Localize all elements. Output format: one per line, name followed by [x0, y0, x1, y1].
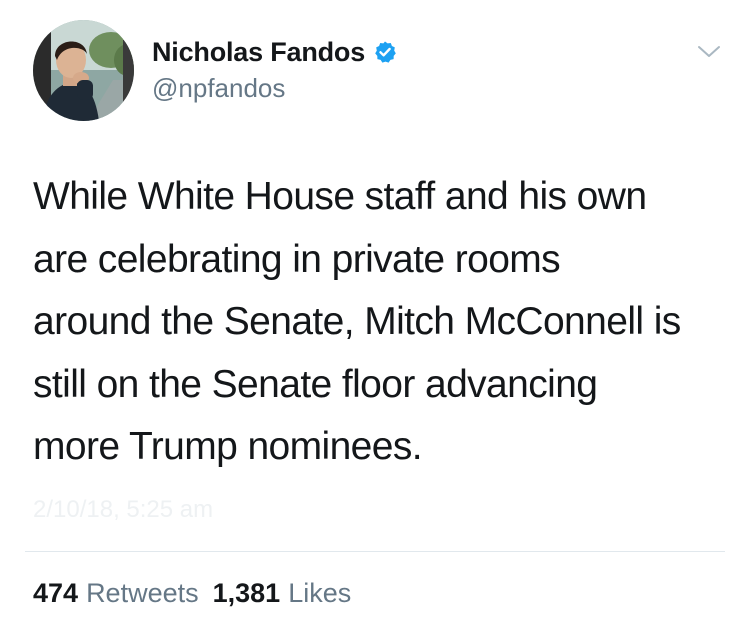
likes-stat[interactable]: 1,381 Likes	[213, 578, 352, 609]
divider	[25, 551, 725, 552]
retweets-label: Retweets	[86, 578, 199, 608]
verified-badge-icon	[373, 40, 397, 64]
retweets-stat[interactable]: 474 Retweets	[33, 578, 199, 609]
profile-photo	[33, 20, 134, 121]
tweet-timestamp[interactable]: 2/10/18, 5:25 am	[33, 496, 213, 524]
author-handle[interactable]: @npfandos	[152, 73, 285, 104]
likes-label: Likes	[288, 578, 352, 608]
likes-count: 1,381	[212, 578, 281, 608]
tweet-card: Nicholas Fandos @npfandos While White Ho…	[0, 0, 750, 637]
avatar[interactable]	[33, 20, 134, 121]
chevron-down-icon[interactable]	[697, 44, 721, 60]
retweets-count: 474	[33, 578, 79, 608]
author-name-row[interactable]: Nicholas Fandos	[152, 34, 397, 70]
engagement-stats: 474 Retweets 1,381 Likes	[33, 578, 351, 609]
tweet-text: While White House staff and his own are …	[33, 175, 681, 468]
display-name[interactable]: Nicholas Fandos	[152, 37, 365, 68]
